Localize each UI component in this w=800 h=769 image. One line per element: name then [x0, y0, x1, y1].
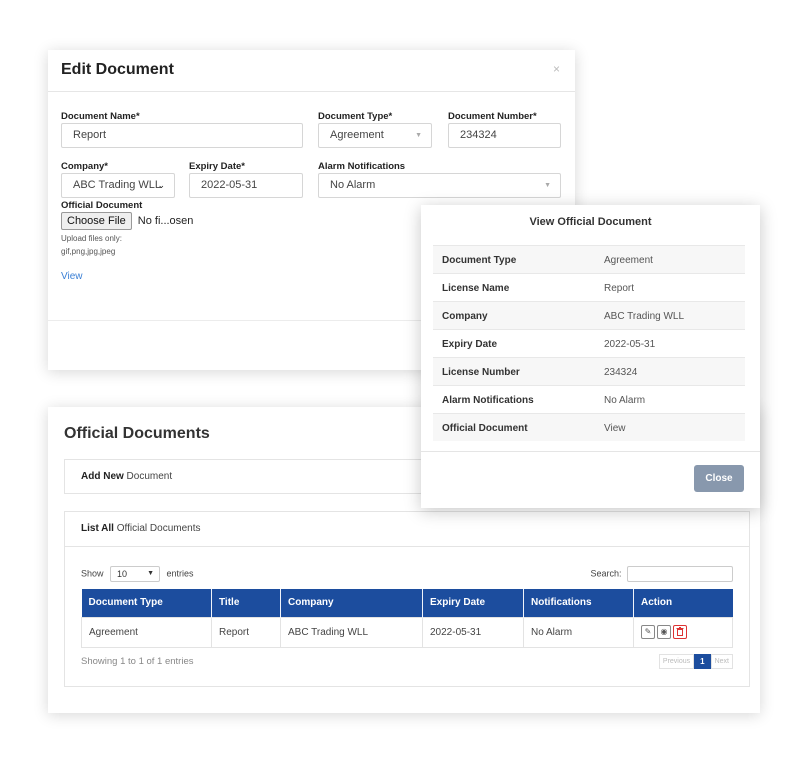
detail-row-official-document: Official Document View	[433, 413, 745, 441]
search-input[interactable]	[627, 566, 733, 582]
file-chooser: Choose File No fi...osen	[61, 212, 193, 230]
entries-select[interactable]: 10 ▼	[110, 566, 161, 582]
detail-value: Agreement	[604, 255, 653, 266]
official-document-view-link[interactable]: View	[604, 423, 626, 434]
show-label: Show	[81, 568, 104, 579]
column-header-action: Action	[633, 589, 733, 617]
view-document-link[interactable]: View	[61, 271, 83, 282]
pager-next[interactable]: Next	[710, 654, 733, 669]
add-new-bold: Add New	[81, 471, 124, 482]
upload-hint-line2: gif,png,jpg,jpeg	[61, 247, 116, 256]
column-header-document-type[interactable]: Document Type	[81, 589, 212, 617]
add-new-rest: Document	[123, 471, 173, 482]
alarm-notifications-label: Alarm Notifications	[318, 161, 406, 172]
official-document-label: Official Document	[61, 200, 143, 211]
eye-icon: ◉	[660, 627, 668, 636]
cell-notifications: No Alarm	[523, 616, 634, 648]
search-label: Search:	[590, 568, 622, 579]
chevron-down-icon: ⌄	[157, 180, 165, 190]
pencil-icon: ✎	[644, 627, 652, 636]
document-number-label: Document Number*	[448, 111, 537, 122]
view-official-document-modal: View Official Document Document Type Agr…	[421, 205, 760, 508]
page-title: Official Documents	[64, 425, 210, 442]
cell-title: Report	[211, 616, 281, 648]
close-icon[interactable]: ×	[553, 62, 560, 76]
list-documents-panel: List All Official Documents Show 10 ▼ en…	[64, 511, 750, 687]
document-number-input[interactable]: 234324	[448, 123, 561, 148]
view-button[interactable]: ◉	[657, 625, 671, 639]
view-modal-footer-divider	[421, 451, 760, 452]
close-button[interactable]: Close	[694, 465, 744, 492]
detail-key: License Number	[442, 367, 520, 378]
cell-actions: ✎ ◉	[633, 616, 733, 648]
table-header-row: Document Type Title Company Expiry Date …	[81, 589, 733, 617]
document-type-select[interactable]: Agreement ▼	[318, 123, 432, 148]
detail-row-expiry-date: Expiry Date 2022-05-31	[433, 329, 745, 357]
add-new-document-heading: Add New Document	[81, 471, 172, 482]
column-header-expiry-date[interactable]: Expiry Date	[422, 589, 524, 617]
document-type-value: Agreement	[330, 129, 384, 141]
column-header-notifications[interactable]: Notifications	[523, 589, 634, 617]
document-name-input[interactable]: Report	[61, 123, 303, 148]
chevron-down-icon: ▼	[544, 182, 551, 189]
no-file-text: No fi...osen	[137, 215, 194, 227]
detail-row-alarm-notifications: Alarm Notifications No Alarm	[433, 385, 745, 413]
detail-key: Expiry Date	[442, 339, 498, 350]
table-info: Showing 1 to 1 of 1 entries	[81, 656, 194, 667]
chevron-down-icon: ▼	[415, 132, 422, 139]
column-header-company[interactable]: Company	[280, 589, 423, 617]
cell-company: ABC Trading WLL	[280, 616, 423, 648]
expiry-date-input[interactable]: 2022-05-31	[189, 173, 303, 198]
edit-modal-title: Edit Document	[61, 61, 174, 78]
upload-hint-line1: Upload files only:	[61, 234, 122, 243]
detail-row-company: Company ABC Trading WLL	[433, 301, 745, 329]
document-type-label: Document Type*	[318, 111, 393, 122]
pager-previous[interactable]: Previous	[658, 654, 695, 669]
detail-value: No Alarm	[604, 395, 646, 406]
trash-icon	[676, 627, 684, 637]
detail-value: Report	[604, 283, 635, 294]
detail-key: Alarm Notifications	[442, 395, 534, 406]
documents-table: Document Type Title Company Expiry Date …	[81, 589, 733, 648]
pager-page-1[interactable]: 1	[694, 654, 711, 669]
cell-expiry-date: 2022-05-31	[422, 616, 524, 648]
detail-row-license-name: License Name Report	[433, 273, 745, 301]
list-all-heading: List All Official Documents	[81, 523, 200, 534]
entries-length-control: Show 10 ▼ entries	[81, 566, 194, 582]
list-all-bold: List All	[81, 523, 114, 534]
company-value: ABC Trading WLL	[73, 179, 162, 191]
edit-button[interactable]: ✎	[641, 625, 655, 639]
document-name-label: Document Name*	[61, 111, 140, 122]
column-header-title[interactable]: Title	[211, 589, 281, 617]
detail-row-document-type: Document Type Agreement	[433, 245, 745, 273]
detail-key: License Name	[442, 283, 510, 294]
panel-divider	[65, 546, 749, 547]
detail-value: 234324	[604, 367, 638, 378]
list-all-rest: Official Documents	[113, 523, 201, 534]
detail-row-license-number: License Number 234324	[433, 357, 745, 385]
alarm-notifications-value: No Alarm	[330, 179, 376, 191]
detail-value: ABC Trading WLL	[604, 311, 685, 322]
edit-modal-header: Edit Document ×	[48, 50, 575, 92]
alarm-notifications-select[interactable]: No Alarm ▼	[318, 173, 561, 198]
pagination: Previous 1 Next	[658, 654, 733, 669]
entries-label: entries	[166, 568, 194, 579]
chevron-down-icon: ▼	[147, 570, 155, 577]
entries-value: 10	[117, 569, 128, 579]
table-row: Agreement Report ABC Trading WLL 2022-05…	[81, 616, 733, 648]
choose-file-button[interactable]: Choose File	[61, 212, 132, 230]
company-label: Company*	[61, 161, 108, 172]
view-modal-title: View Official Document	[529, 216, 652, 228]
detail-key: Company	[442, 311, 488, 322]
table-search: Search:	[590, 566, 733, 582]
detail-value: 2022-05-31	[604, 339, 656, 350]
company-select[interactable]: ABC Trading WLL ⌄	[61, 173, 175, 198]
cell-document-type: Agreement	[81, 616, 212, 648]
detail-key: Document Type	[442, 255, 517, 266]
expiry-date-label: Expiry Date*	[189, 161, 245, 172]
detail-key: Official Document	[442, 423, 528, 434]
delete-button[interactable]	[673, 625, 687, 639]
